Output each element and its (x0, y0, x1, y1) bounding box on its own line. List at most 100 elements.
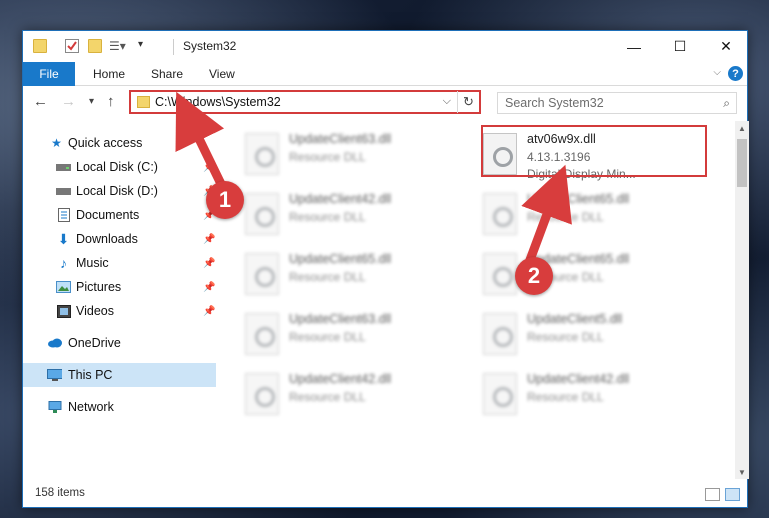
file-type: Resource DLL (289, 150, 366, 164)
pictures-icon (56, 280, 71, 294)
search-icon[interactable]: ⌕ (723, 96, 730, 111)
file-tile[interactable]: UpdateClient5.dll Resource DLL (477, 309, 697, 363)
navigation-pane: ★ Quick access Local Disk (C:) 📌 Local D… (23, 121, 216, 479)
dll-file-icon (245, 193, 279, 235)
file-tile[interactable]: UpdateClient42.dll Resource DLL (477, 369, 697, 423)
computer-icon (47, 368, 62, 382)
title-separator (173, 39, 174, 55)
properties-icon[interactable] (65, 39, 79, 53)
close-button[interactable]: ✕ (703, 31, 749, 62)
refresh-icon[interactable]: ↻ (457, 91, 479, 113)
recent-locations-chevron-icon[interactable]: ▾ (89, 96, 94, 107)
sidebar-item-label: Music (76, 256, 109, 270)
title-bar: ☰▾ ▾ System32 — ☐ ✕ (23, 31, 747, 62)
file-name: UpdateClient63.dll (289, 132, 392, 146)
address-bar[interactable]: C:\Windows\System32 ⌵ ↻ (129, 90, 481, 114)
tab-home[interactable]: Home (93, 62, 125, 86)
file-highlight-box (481, 125, 707, 177)
sidebar-item-downloads[interactable]: ⬇ Downloads 📌 (23, 227, 216, 251)
minimize-button[interactable]: — (611, 31, 657, 62)
sidebar-item-local-disk-d[interactable]: Local Disk (D:) 📌 (23, 179, 216, 203)
file-tile[interactable]: UpdateClient42.dll Resource DLL (239, 189, 459, 243)
folder-icon (33, 39, 47, 53)
file-type: Resource DLL (527, 390, 604, 404)
explorer-window: ☰▾ ▾ System32 — ☐ ✕ File Home Share View… (22, 30, 749, 508)
dll-file-icon (483, 313, 517, 355)
scroll-thumb[interactable] (737, 139, 747, 187)
file-tile[interactable]: UpdateClient65.dll Resource DLL (477, 189, 697, 243)
maximize-button[interactable]: ☐ (657, 31, 703, 62)
sidebar-item-this-pc[interactable]: This PC (23, 363, 216, 387)
up-arrow-icon[interactable]: ↑ (107, 93, 115, 110)
address-path[interactable]: C:\Windows\System32 (155, 95, 281, 109)
file-tile[interactable]: UpdateClient65.dll Resource DLL (477, 249, 697, 303)
dll-file-icon (483, 193, 517, 235)
vertical-scrollbar[interactable]: ▲ ▼ (735, 121, 749, 479)
file-name: UpdateClient5.dll (527, 312, 623, 326)
file-name: UpdateClient65.dll (527, 192, 630, 206)
dll-file-icon (483, 253, 517, 295)
step-2-badge: 2 (515, 257, 553, 295)
tiles-view-icon[interactable] (725, 488, 740, 501)
sidebar-item-quick-access[interactable]: ★ Quick access (23, 131, 216, 155)
address-history-chevron-icon[interactable]: ⌵ (443, 95, 451, 108)
pin-icon: 📌 (203, 281, 216, 293)
sidebar-item-label: Videos (76, 304, 114, 318)
file-type: Resource DLL (289, 270, 366, 284)
tab-file[interactable]: File (23, 62, 75, 86)
pin-icon: 📌 (203, 233, 216, 245)
quick-access-toolbar-icon[interactable]: ☰▾ (109, 39, 126, 53)
file-name: UpdateClient63.dll (289, 312, 392, 326)
new-folder-icon[interactable] (88, 39, 102, 53)
forward-arrow-icon[interactable]: → (61, 93, 76, 110)
back-arrow-icon[interactable]: ← (33, 93, 48, 110)
sidebar-item-documents[interactable]: Documents 📌 (23, 203, 216, 227)
search-placeholder: Search System32 (505, 96, 604, 110)
sidebar-item-label: Documents (76, 208, 140, 222)
search-input[interactable]: Search System32 ⌕ (497, 92, 737, 114)
help-icon[interactable]: ? (728, 66, 743, 81)
ribbon-tabs: File Home Share View ⌵ ? (23, 62, 747, 86)
file-type: Resource DLL (289, 390, 366, 404)
file-type: Resource DLL (289, 330, 366, 344)
scroll-up-arrow-icon[interactable]: ▲ (735, 121, 749, 135)
dll-file-icon (245, 313, 279, 355)
file-name: UpdateClient42.dll (289, 372, 392, 386)
details-view-icon[interactable] (705, 488, 720, 501)
pin-icon: 📌 (203, 161, 216, 173)
sidebar-item-music[interactable]: ♪ Music 📌 (23, 251, 216, 275)
file-tile[interactable]: UpdateClient65.dll Resource DLL (239, 249, 459, 303)
file-list: UpdateClient63.dll Resource DLL UpdateCl… (217, 121, 735, 479)
sidebar-item-label: Downloads (76, 232, 138, 246)
network-icon (47, 400, 62, 414)
file-tile[interactable]: UpdateClient63.dll Resource DLL (239, 129, 459, 183)
sidebar-item-label: Quick access (68, 136, 143, 150)
sidebar-item-onedrive[interactable]: OneDrive (23, 331, 216, 355)
file-name: UpdateClient42.dll (289, 192, 392, 206)
file-tile[interactable]: UpdateClient63.dll Resource DLL (239, 309, 459, 363)
drive-icon (56, 184, 71, 198)
sidebar-item-label: Local Disk (D:) (76, 184, 158, 198)
videos-icon (56, 304, 71, 318)
item-count: 158 items (35, 487, 85, 499)
tab-view[interactable]: View (209, 62, 235, 86)
sidebar-item-videos[interactable]: Videos 📌 (23, 299, 216, 323)
window-title: System32 (183, 39, 237, 53)
dll-file-icon (245, 373, 279, 415)
drive-icon (56, 160, 71, 174)
dll-file-icon (483, 373, 517, 415)
sidebar-item-label: Pictures (76, 280, 122, 294)
sidebar-item-network[interactable]: Network (23, 395, 216, 419)
tab-share[interactable]: Share (151, 62, 183, 86)
sidebar-item-local-disk-c[interactable]: Local Disk (C:) 📌 (23, 155, 216, 179)
navigation-bar: ← → ▾ ↑ C:\Windows\System32 ⌵ ↻ Search S… (23, 87, 747, 117)
sidebar-item-label: Local Disk (C:) (76, 160, 158, 174)
documents-icon (56, 208, 71, 222)
sidebar-item-label: Network (68, 400, 114, 414)
customize-toolbar-chevron-icon[interactable]: ▾ (138, 39, 152, 53)
sidebar-item-pictures[interactable]: Pictures 📌 (23, 275, 216, 299)
file-tile[interactable]: UpdateClient42.dll Resource DLL (239, 369, 459, 423)
scroll-down-arrow-icon[interactable]: ▼ (735, 465, 749, 479)
folder-icon (137, 96, 150, 108)
expand-ribbon-chevron-icon[interactable]: ⌵ (713, 67, 721, 78)
